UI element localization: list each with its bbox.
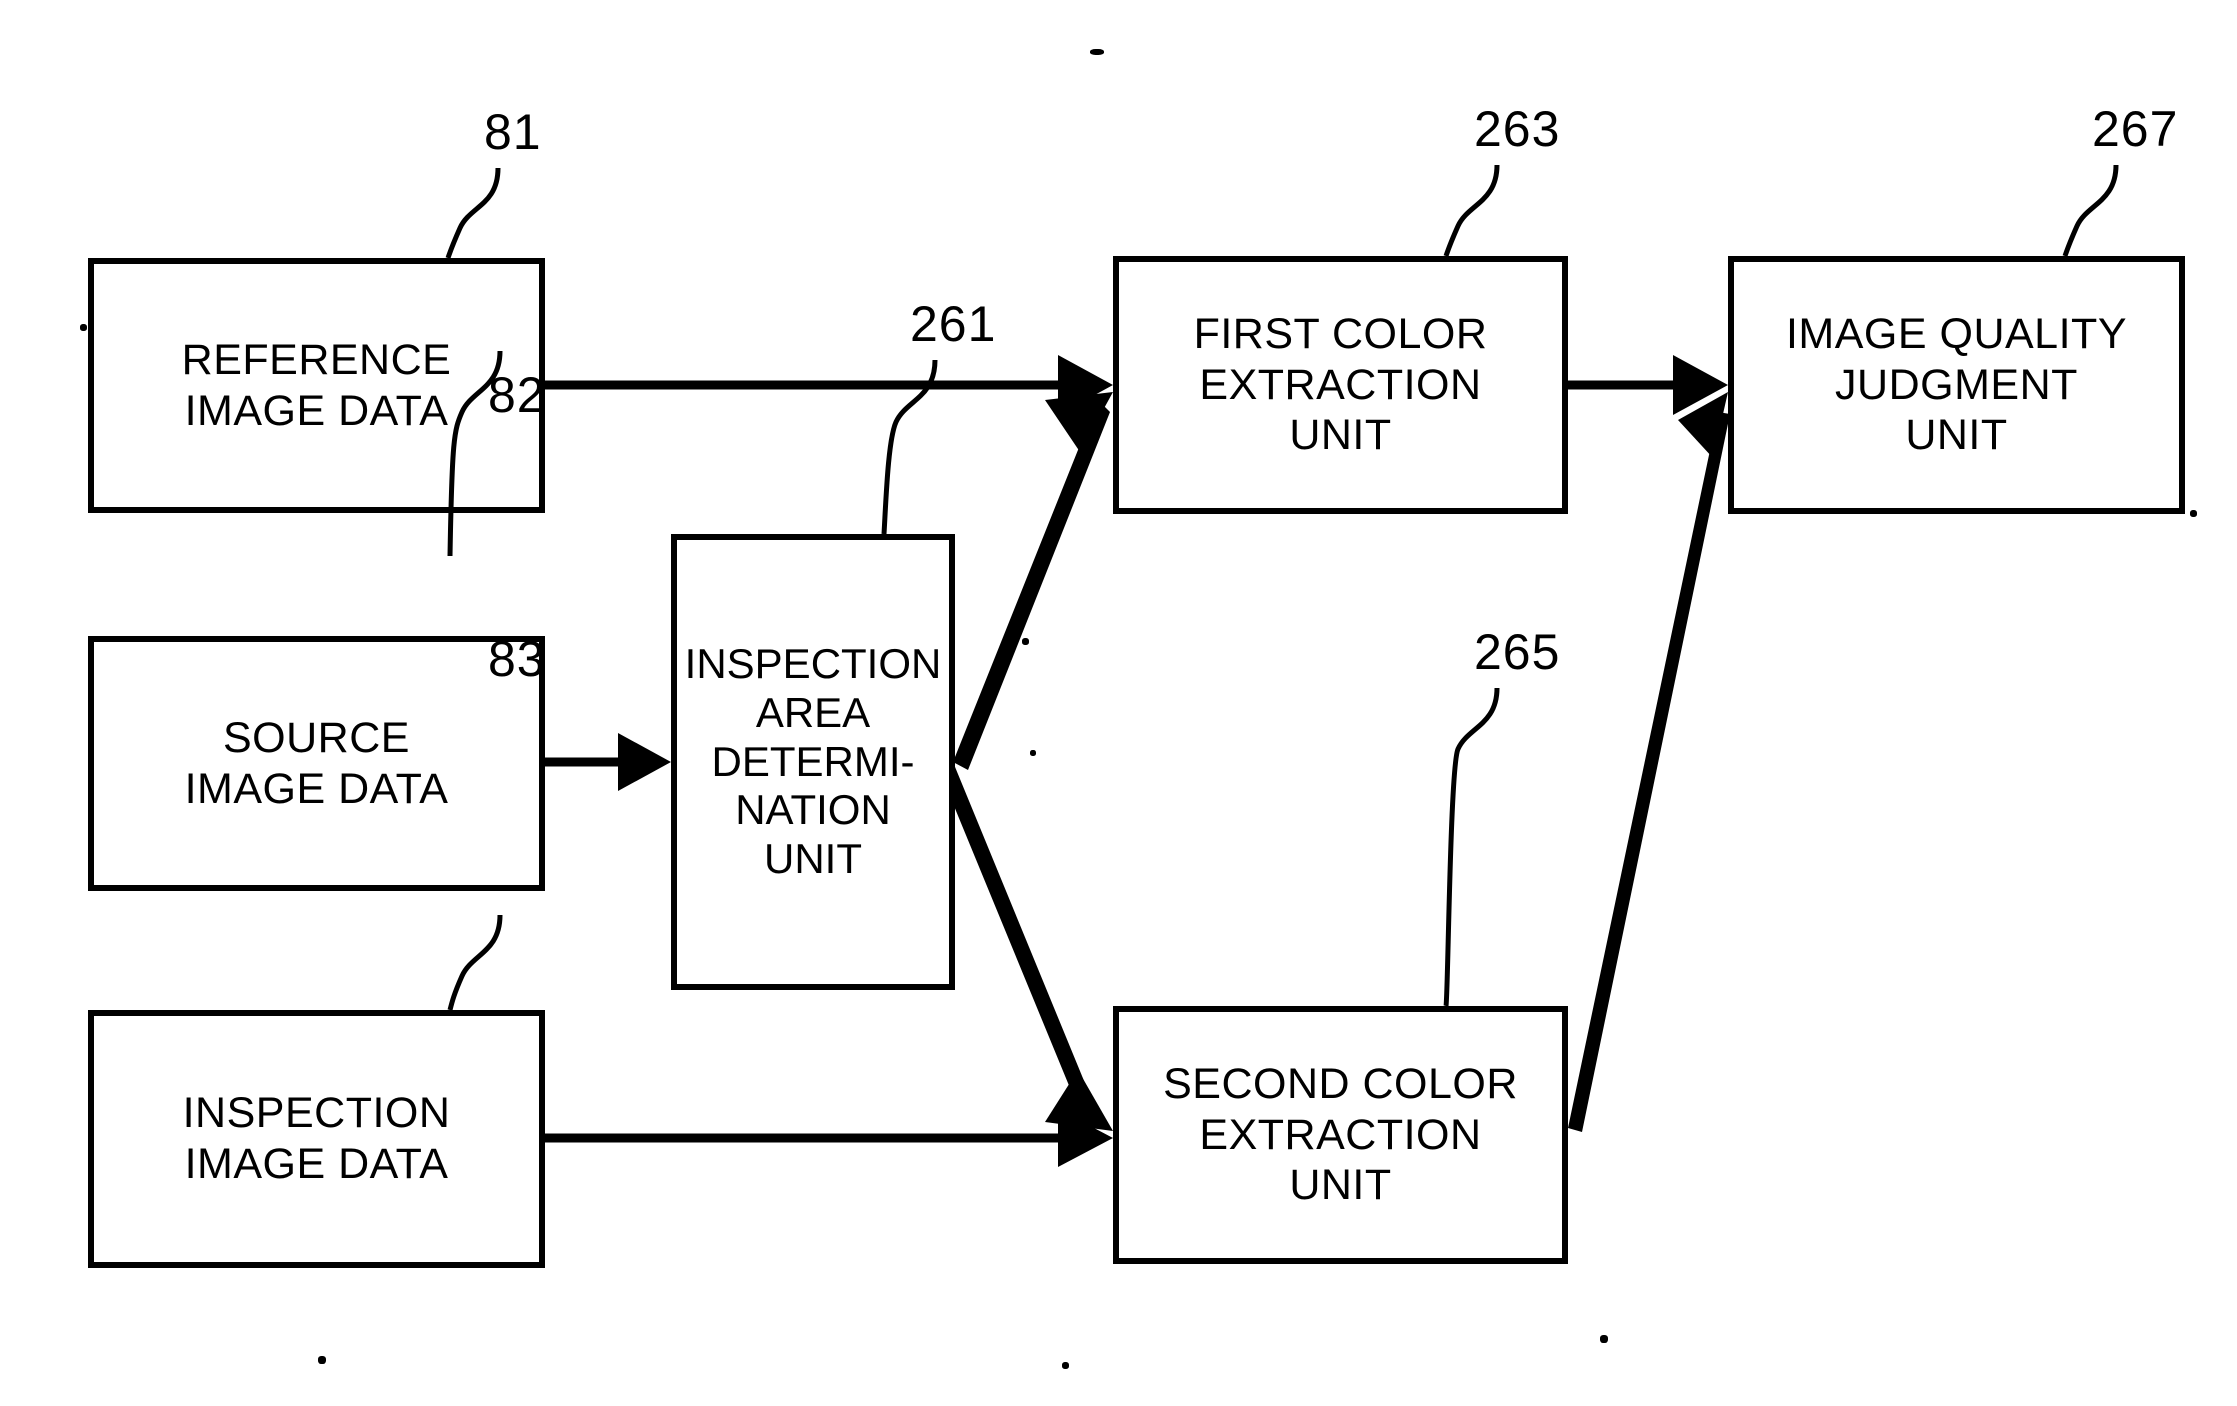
scan-speck xyxy=(80,324,87,331)
ref-number-261: 261 xyxy=(910,296,997,352)
leader-line-83 xyxy=(447,914,503,1011)
leader-line-layer xyxy=(445,164,2119,1011)
scan-speck xyxy=(1062,1362,1069,1369)
scan-speck xyxy=(1090,49,1104,55)
ref-number-83: 83 xyxy=(488,631,546,687)
scan-speck xyxy=(1022,638,1029,645)
patent-figure: REFERENCE IMAGE DATA SOURCE IMAGE DATA I… xyxy=(0,0,2237,1406)
leader-line-267 xyxy=(2062,164,2119,257)
ref-number-265: 265 xyxy=(1474,624,1561,680)
leader-line-81 xyxy=(445,167,501,259)
ref-number-81: 81 xyxy=(484,104,542,160)
ref-number-82: 82 xyxy=(488,367,546,423)
ref-number-263: 263 xyxy=(1474,101,1561,157)
scan-speck xyxy=(1030,750,1036,756)
leader-line-265 xyxy=(1443,687,1500,1007)
ref-number-267: 267 xyxy=(2092,101,2179,157)
scan-speck xyxy=(318,1356,326,1364)
scan-speck xyxy=(2190,510,2197,517)
leader-line-263 xyxy=(1443,164,1500,257)
leader-line-261 xyxy=(881,359,938,535)
scan-speck xyxy=(1600,1335,1608,1343)
